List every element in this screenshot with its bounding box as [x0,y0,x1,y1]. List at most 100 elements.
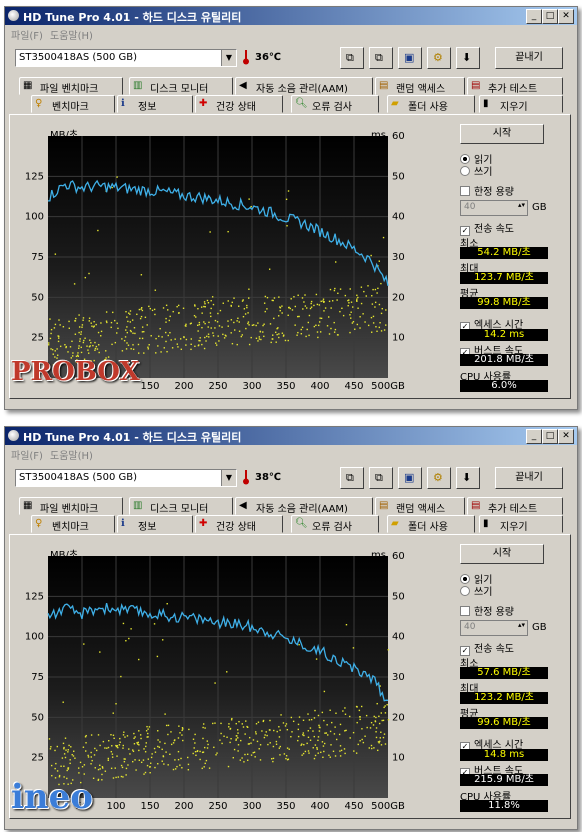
maximize-button[interactable]: □ [542,9,558,24]
tab-erase[interactable]: ▮ 지우기 [479,95,563,113]
tab-label: 랜덤 액세스 [396,504,446,515]
download-button[interactable]: ⬇ [456,47,480,69]
menu-file[interactable]: 파일(F) [11,27,43,42]
chevron-down-icon[interactable]: ▼ [221,470,236,486]
access-time-point [250,336,252,339]
access-time-point [93,754,96,756]
access-time-point [306,328,308,331]
access-time-point [269,742,271,744]
close-button[interactable]: ✕ [558,9,574,24]
tab-folder-usage[interactable]: ▰ 폴더 사용 [387,515,475,533]
access-time-point [215,754,217,756]
tab-extra-tests[interactable]: ▤ 추가 테스트 [467,77,563,95]
access-time-point [138,658,140,661]
tab-file-benchmark[interactable]: ▦ 파일 벤치마크 [19,77,123,95]
access-time-point [182,739,184,742]
short-stroke-input[interactable]: 40 ▴▾ [460,620,528,636]
save-button[interactable]: ▣ [398,47,422,69]
tab-extra-tests[interactable]: ▤ 추가 테스트 [467,497,563,515]
exit-button[interactable]: 끝내기 [495,47,563,69]
access-time-point [373,747,375,749]
access-time-point [233,748,236,751]
maximize-button[interactable]: □ [542,429,558,444]
access-time-point [317,336,319,339]
access-time-point [52,353,54,355]
access-time-point [309,739,312,741]
tab-health[interactable]: ✚ 건강 상태 [195,95,283,113]
transfer-rate-checkbox[interactable]: ✓ 전송 속도 [460,640,514,656]
short-stroke-checkbox[interactable]: 한정 용량 [460,183,514,198]
start-button[interactable]: 시작 [460,124,544,144]
exit-button[interactable]: 끝내기 [495,467,563,489]
chevron-down-icon[interactable]: ▼ [221,50,236,66]
access-time-point [334,755,337,757]
minimize-button[interactable]: _ [526,9,542,24]
tab-info[interactable]: ℹ 정보 [117,515,193,533]
access-time-point [203,746,206,749]
drive-select[interactable]: ST3500418AS (500 GB) ▼ [15,469,237,487]
access-time-point [246,306,248,309]
copy-button[interactable]: ⧉ [340,47,364,69]
x-tick-label: 500GB [371,801,405,811]
access-time-point [126,326,128,328]
tab-random-access[interactable]: ▤ 랜덤 액세스 [375,77,465,95]
write-radio[interactable]: 쓰기 [460,583,492,598]
access-time-point [356,298,358,300]
tab-info[interactable]: ℹ 정보 [117,95,193,113]
access-time-point [231,342,234,345]
tab-health[interactable]: ✚ 건강 상태 [195,515,283,533]
tab-aam[interactable]: ◀ 자동 소음 관리(AAM) [235,497,373,515]
spinner-icon[interactable]: ▴▾ [518,201,525,209]
tab-error-scan[interactable]: 🔍︎ 오류 검사 [291,515,379,533]
access-time-point [78,331,80,334]
menu-file[interactable]: 파일(F) [11,447,43,462]
transfer-rate-checkbox[interactable]: ✓ 전송 속도 [460,220,514,236]
tab-random-access[interactable]: ▤ 랜덤 액세스 [375,497,465,515]
access-time-point [297,739,299,742]
access-time-point [378,715,380,718]
spinner-icon[interactable]: ▴▾ [518,621,525,629]
access-time-point [257,721,260,723]
access-time-point [161,748,163,751]
menu-help[interactable]: 도움말(H) [50,27,93,42]
save-button[interactable]: ▣ [398,467,422,489]
copy-all-button[interactable]: ⧉ [369,467,393,489]
tab-benchmark[interactable]: ♀ 벤치마크 [31,515,115,533]
tab-erase[interactable]: ▮ 지우기 [479,515,563,533]
access-time-point [95,749,98,752]
short-stroke-checkbox[interactable]: 한정 용량 [460,603,514,618]
write-radio[interactable]: 쓰기 [460,163,492,178]
close-button[interactable]: ✕ [558,429,574,444]
tab-benchmark[interactable]: ♀ 벤치마크 [31,95,115,113]
access-time-point [97,734,100,736]
start-button[interactable]: 시작 [460,544,544,564]
access-time-point [110,326,112,329]
options-button[interactable]: ⚙ [427,47,451,69]
menu-help[interactable]: 도움말(H) [50,447,93,462]
access-time-point [244,753,246,756]
copy-all-button[interactable]: ⧉ [369,47,393,69]
tab-file-benchmark[interactable]: ▦ 파일 벤치마크 [19,497,123,515]
options-button[interactable]: ⚙ [427,467,451,489]
access-time-point [301,297,304,299]
tab-disk-monitor[interactable]: ▥ 디스크 모니터 [129,77,233,95]
tab-label: 파일 벤치마크 [40,84,99,95]
access-time-point [306,742,308,745]
download-button[interactable]: ⬇ [456,467,480,489]
access-time-point [126,316,128,318]
access-time-point [215,342,217,344]
copy-button[interactable]: ⧉ [340,467,364,489]
access-time-point [243,761,245,763]
tab-aam[interactable]: ◀ 자동 소음 관리(AAM) [235,77,373,95]
access-time-point [192,738,195,740]
tab-disk-monitor[interactable]: ▥ 디스크 모니터 [129,497,233,515]
access-time-point [149,762,152,764]
minimize-button[interactable]: _ [526,429,542,444]
access-time-point [105,311,108,313]
tab-label: 벤치마크 [52,522,89,533]
drive-select[interactable]: ST3500418AS (500 GB) ▼ [15,49,237,67]
access-time-point [242,315,245,318]
tab-folder-usage[interactable]: ▰ 폴더 사용 [387,95,475,113]
short-stroke-input[interactable]: 40 ▴▾ [460,200,528,216]
tab-error-scan[interactable]: 🔍︎ 오류 검사 [291,95,379,113]
